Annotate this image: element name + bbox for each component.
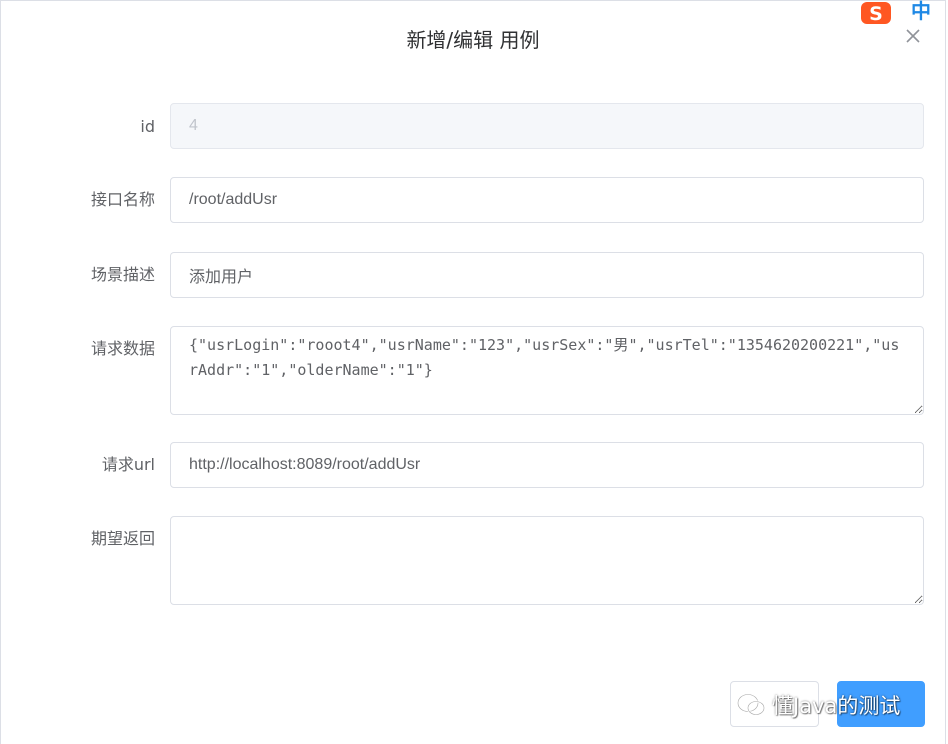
request-url-input[interactable] — [170, 442, 924, 488]
form-row-expected: 期望返回 — [1, 516, 947, 606]
dialog-title: 新增/编辑 用例 — [406, 28, 540, 52]
ime-mode-label: 中 — [911, 0, 931, 23]
confirm-button[interactable] — [837, 681, 925, 727]
request-data-textarea[interactable] — [170, 326, 924, 415]
api-name-label: 接口名称 — [90, 190, 155, 209]
scene-label: 场景描述 — [90, 265, 155, 284]
ime-status-icon[interactable]: S 中 — [859, 0, 948, 27]
form-row-request-data: 请求数据 — [1, 326, 947, 416]
edit-case-dialog: S 中 新增/编辑 用例 id 接口名称 场景描述 请求数据 请求url 期望返… — [0, 0, 946, 744]
id-input — [170, 103, 924, 149]
scene-input[interactable] — [170, 252, 924, 298]
form-row-id: id — [1, 103, 947, 151]
id-label: id — [140, 117, 155, 136]
expected-textarea[interactable] — [170, 516, 924, 605]
request-url-label: 请求url — [101, 455, 155, 474]
api-name-input[interactable] — [170, 177, 924, 223]
form-row-api-name: 接口名称 — [1, 177, 947, 225]
cancel-button[interactable] — [730, 681, 819, 727]
expected-label: 期望返回 — [90, 529, 155, 548]
ime-brand-letter: S — [869, 3, 883, 25]
close-icon[interactable] — [904, 27, 922, 45]
request-data-label: 请求数据 — [90, 339, 155, 358]
form-row-scene: 场景描述 — [1, 252, 947, 300]
form-row-request-url: 请求url — [1, 442, 947, 490]
